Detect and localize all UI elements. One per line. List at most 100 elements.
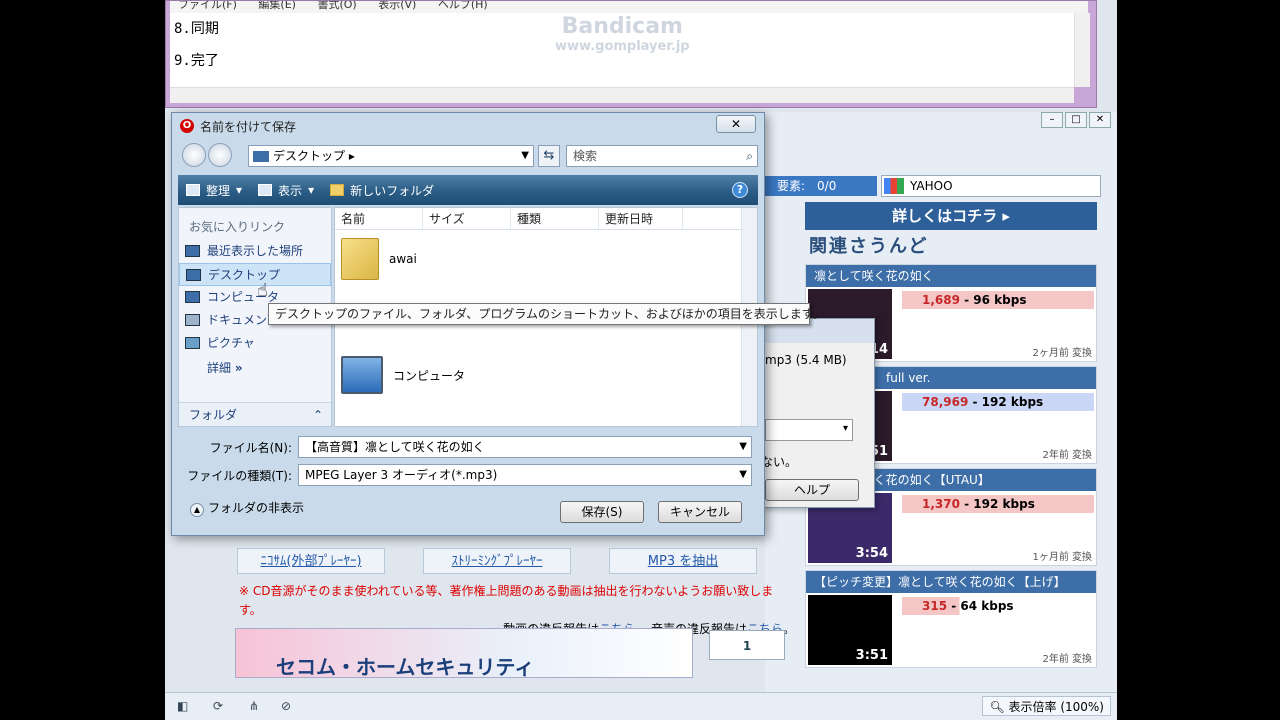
search-value: YAHOO — [910, 179, 953, 193]
filetype-row: ファイルの種類(T): MPEG Layer 3 オーディオ(*.mp3) ▼ — [178, 463, 752, 487]
organize-icon — [186, 184, 200, 196]
search-input[interactable]: 検索 ⌕ — [566, 145, 758, 167]
favorite-label: 最近表示した場所 — [207, 244, 304, 258]
favorite-pictures[interactable]: ピクチャ — [179, 332, 331, 355]
hide-folders-toggle[interactable]: ▲ フォルダの非表示 — [190, 499, 304, 517]
card-stats: 1,689 - 96 kbps — [902, 291, 1094, 309]
address-bar[interactable]: デスクトップ ▸ ▼ — [248, 145, 534, 167]
new-folder-button[interactable]: 新しいフォルダ — [330, 182, 434, 199]
column-modified[interactable]: 更新日時 — [599, 208, 683, 229]
menu-view[interactable]: 表示(V) — [378, 1, 416, 11]
card-age: 2年前 変換 — [1042, 450, 1092, 461]
streaming-player-link[interactable]: ｽﾄﾘｰﾐﾝｸﾞﾌﾟﾚｰﾔｰ — [423, 548, 571, 574]
search-input[interactable]: YAHOO — [881, 175, 1101, 197]
card-title[interactable]: 【ピッチ変更】凛として咲く花の如く【上げ】 — [806, 571, 1096, 593]
help-button[interactable]: ヘルプ — [765, 479, 859, 501]
browser-toolbar: 要素: 0/0 YAHOO — [765, 174, 1117, 198]
browser-statusbar: ◧ ⟳ ⋔ ⊘ 🔍︎ 表示倍率 (100%) — [165, 692, 1117, 720]
refresh-icon[interactable]: ⟳ — [213, 699, 229, 713]
column-type[interactable]: 種類 — [511, 208, 599, 229]
play-count: 315 — [922, 599, 948, 613]
card-thumbnail[interactable]: 3:51 — [808, 595, 892, 665]
vertical-scrollbar[interactable] — [1074, 13, 1090, 87]
card-age: 2ヶ月前 変換 — [1032, 348, 1092, 359]
filetype-select[interactable]: MPEG Layer 3 オーディオ(*.mp3) ▼ — [298, 464, 752, 486]
block-icon[interactable]: ⊘ — [281, 699, 297, 713]
bandicam-watermark: Bandicam www.gomplayer.jp — [555, 14, 690, 54]
notepad-menubar: ファイル(F) 編集(E) 書式(O) 表示(V) ヘルプ(H) — [170, 1, 1088, 13]
organize-button[interactable]: 整理 ▾ — [186, 182, 242, 199]
bitrate: - 96 kbps — [959, 293, 1027, 307]
cancel-button[interactable]: キャンセル — [658, 501, 742, 523]
save-as-dialog: O 名前を付けて保存 ✕ デスクトップ ▸ ▼ ⇆ 検索 ⌕ 整理 ▾ 表示 ▾ 新… — [171, 112, 825, 536]
play-count: 1,689 — [922, 293, 960, 307]
zoom-indicator[interactable]: 🔍︎ 表示倍率 (100%) — [982, 696, 1111, 716]
action-select[interactable] — [765, 419, 853, 441]
horizontal-scrollbar[interactable] — [170, 87, 1074, 103]
item-label: コンピュータ — [393, 368, 466, 383]
favorite-recent[interactable]: 最近表示した場所 — [179, 240, 331, 263]
download-dialog: mp3 (5.4 MB) ない。 ヘルプ — [760, 318, 875, 508]
view-icon — [258, 184, 273, 196]
organize-label: 整理 — [206, 183, 231, 198]
copyright-warning: ※ CD音源がそのまま使われている等、著作権上問題のある動画は抽出を行わないよう… — [239, 584, 774, 617]
close-button[interactable]: ✕ — [716, 115, 756, 133]
favorite-desktop[interactable]: デスクトップ — [179, 263, 331, 286]
item-label: awai — [389, 252, 417, 266]
new-folder-label: 新しいフォルダ — [350, 183, 435, 198]
menu-edit[interactable]: 編集(E) — [258, 1, 296, 11]
filename-row: ファイル名(N): 【高音質】凛として咲く花の如く ▼ — [178, 435, 752, 459]
related-title: 関連さうんど — [809, 236, 929, 257]
minimize-button[interactable]: – — [1041, 112, 1063, 128]
help-icon[interactable]: ? — [732, 182, 748, 198]
ad-text: セコム・ホームセキュリティ — [276, 655, 535, 679]
ad-banner[interactable]: セコム・ホームセキュリティ — [235, 628, 693, 679]
external-player-link[interactable]: ﾆｺｻﾑ(外部ﾌﾟﾚｰﾔｰ) — [237, 548, 385, 574]
column-size[interactable]: サイズ — [423, 208, 511, 229]
window-controls: – □ ✕ — [1041, 112, 1111, 128]
favorites-header: お気に入りリンク — [189, 220, 286, 234]
related-card[interactable]: 【ピッチ変更】凛として咲く花の如く【上げ】 3:51 315 - 64 kbps… — [805, 570, 1097, 668]
panel-toggle-icon[interactable]: ◧ — [177, 699, 193, 713]
chevron-down-icon[interactable]: ▼ — [739, 465, 747, 485]
computer-icon — [341, 356, 383, 394]
share-icon[interactable]: ⋔ — [249, 699, 265, 713]
page-number[interactable]: 1 — [709, 630, 785, 660]
search-placeholder: 検索 — [573, 149, 598, 163]
file-size: mp3 (5.4 MB) — [765, 353, 847, 367]
column-headers: 名前 サイズ 種類 更新日時 — [335, 208, 757, 230]
close-button[interactable]: ✕ — [1089, 112, 1111, 128]
watermark-line1: Bandicam — [561, 14, 683, 39]
forward-button[interactable] — [208, 143, 232, 167]
menu-file[interactable]: ファイル(F) — [178, 1, 237, 11]
more-link[interactable]: 詳細 » — [179, 355, 331, 381]
extract-mp3-link[interactable]: MP3 を抽出 — [609, 548, 757, 574]
menu-format[interactable]: 書式(O) — [317, 1, 356, 11]
card-stats: 78,969 - 192 kbps — [902, 393, 1094, 411]
elements-counter: 要素: 0/0 — [765, 176, 877, 196]
view-button[interactable]: 表示 ▾ — [258, 182, 314, 199]
save-button[interactable]: 保存(S) — [560, 501, 644, 523]
card-stats: 1,370 - 192 kbps — [902, 495, 1094, 513]
menu-help[interactable]: ヘルプ(H) — [438, 1, 488, 11]
details-banner[interactable]: 詳しくはコチラ ▸ — [805, 202, 1097, 230]
chevron-down-icon[interactable]: ▼ — [739, 437, 747, 457]
list-item[interactable]: awai — [341, 238, 417, 280]
maximize-button[interactable]: □ — [1065, 112, 1087, 128]
play-count: 1,370 — [922, 497, 960, 511]
navigation-row: デスクトップ ▸ ▼ ⇆ 検索 ⌕ — [178, 143, 758, 169]
zoom-icon: 🔍︎ — [989, 700, 1009, 714]
refresh-button[interactable]: ⇆ — [538, 145, 560, 167]
google-icon[interactable] — [884, 178, 904, 194]
collapse-icon: ▲ — [190, 503, 204, 517]
folder-icon — [341, 238, 379, 280]
filename-field[interactable]: 【高音質】凛として咲く花の如く ▼ — [298, 436, 752, 458]
column-name[interactable]: 名前 — [335, 208, 423, 229]
search-icon[interactable]: ⌕ — [746, 146, 753, 166]
list-item[interactable]: コンピュータ — [341, 356, 465, 394]
chevron-down-icon[interactable]: ▼ — [521, 146, 529, 166]
back-button[interactable] — [182, 143, 206, 167]
card-title[interactable]: 凛として咲く花の如く — [806, 265, 1096, 287]
double-chevron-icon: » — [234, 361, 243, 375]
folders-toggle[interactable]: フォルダ ⌃ — [179, 402, 331, 426]
